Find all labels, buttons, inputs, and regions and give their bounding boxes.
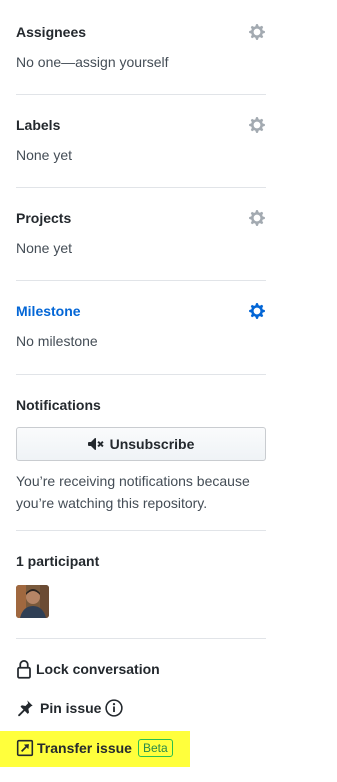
milestone-value: No milestone bbox=[16, 333, 98, 349]
lock-icon bbox=[17, 660, 31, 679]
unsubscribe-button[interactable]: Unsubscribe bbox=[16, 427, 266, 461]
notifications-title: Notifications bbox=[16, 397, 101, 413]
labels-section: Labels None yet bbox=[16, 115, 266, 163]
beta-badge: Beta bbox=[137, 739, 173, 757]
pin-issue-label: Pin issue bbox=[40, 700, 102, 716]
transfer-icon bbox=[16, 739, 34, 757]
issue-sidebar: Assignees No one—assign yourself Labels … bbox=[0, 0, 337, 782]
gear-icon[interactable] bbox=[248, 209, 266, 227]
gear-icon[interactable] bbox=[248, 116, 266, 134]
projects-section: Projects None yet bbox=[16, 208, 266, 256]
pin-issue-link[interactable]: Pin issue bbox=[16, 699, 127, 717]
projects-title: Projects bbox=[16, 210, 72, 226]
avatar[interactable] bbox=[16, 585, 49, 618]
mute-icon bbox=[87, 438, 104, 450]
divider bbox=[16, 530, 266, 531]
labels-title: Labels bbox=[16, 117, 61, 133]
notifications-section: Notifications Unsubscribe You’re receivi… bbox=[16, 395, 266, 514]
assignees-title: Assignees bbox=[16, 24, 87, 40]
info-icon[interactable] bbox=[105, 699, 124, 717]
divider bbox=[16, 94, 266, 95]
milestone-title[interactable]: Milestone bbox=[16, 303, 81, 319]
divider bbox=[16, 280, 266, 281]
participants-title: 1 participant bbox=[16, 553, 100, 569]
participants-section: 1 participant bbox=[16, 551, 266, 618]
milestone-section: Milestone No milestone bbox=[16, 301, 266, 349]
divider bbox=[16, 374, 266, 375]
gear-icon[interactable] bbox=[248, 23, 266, 41]
transfer-issue-label: Transfer issue bbox=[37, 740, 132, 756]
assignees-section: Assignees No one—assign yourself bbox=[16, 22, 266, 70]
gear-icon[interactable] bbox=[248, 302, 266, 320]
notification-reason: You’re receiving notifications because y… bbox=[16, 473, 250, 511]
assignees-value[interactable]: No one—assign yourself bbox=[16, 54, 266, 70]
transfer-issue-link[interactable]: Transfer issue Beta bbox=[16, 739, 173, 757]
pin-icon bbox=[18, 700, 33, 717]
divider bbox=[16, 187, 266, 188]
lock-conversation-link[interactable]: Lock conversation bbox=[16, 659, 160, 679]
projects-value: None yet bbox=[16, 240, 73, 256]
unsubscribe-label: Unsubscribe bbox=[109, 436, 195, 452]
labels-value: None yet bbox=[16, 147, 73, 163]
lock-conversation-label: Lock conversation bbox=[36, 661, 160, 677]
divider bbox=[16, 638, 266, 639]
